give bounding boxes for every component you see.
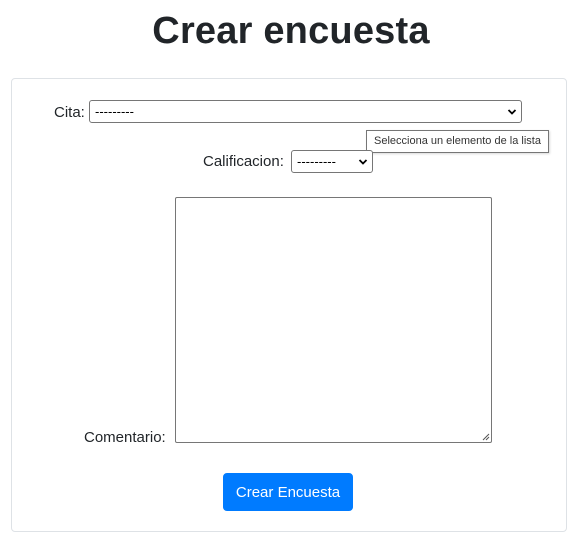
- page-title: Crear encuesta: [152, 10, 430, 52]
- cita-select[interactable]: ---------: [89, 100, 522, 123]
- calificacion-select-value: ---------: [297, 154, 336, 169]
- chevron-down-icon: [507, 109, 517, 115]
- page: Crear encuesta Cita: --------- Seleccion…: [0, 0, 582, 538]
- chevron-down-icon: [358, 159, 368, 165]
- comentario-label: Comentario:: [84, 429, 166, 446]
- cita-select-value: ---------: [95, 104, 134, 119]
- validation-tooltip: Selecciona un elemento de la lista: [366, 130, 549, 153]
- calificacion-select[interactable]: ---------: [291, 150, 373, 173]
- calificacion-label: Calificacion:: [203, 153, 284, 170]
- comentario-textarea[interactable]: [175, 197, 492, 443]
- cita-label: Cita:: [54, 104, 85, 121]
- crear-encuesta-button[interactable]: Crear Encuesta: [223, 473, 353, 511]
